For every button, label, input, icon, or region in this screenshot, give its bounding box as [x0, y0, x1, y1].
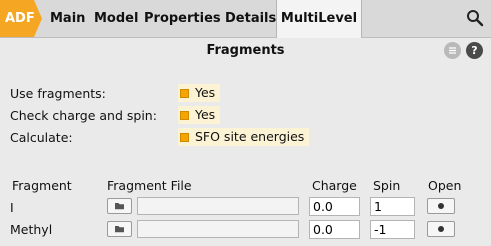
check-charge-spin-value: Yes — [195, 107, 216, 122]
dot-icon — [438, 203, 444, 209]
header-fragment: Fragment — [12, 178, 72, 193]
check-charge-spin-select[interactable]: Yes — [178, 106, 221, 124]
calculate-select[interactable]: SFO site energies — [178, 128, 310, 146]
use-fragments-value: Yes — [195, 85, 216, 100]
fragment-name: Methyl — [10, 222, 53, 237]
dropdown-marker-icon — [180, 110, 189, 120]
charge-input[interactable] — [309, 220, 360, 239]
dropdown-marker-icon — [180, 88, 189, 98]
header-charge: Charge — [312, 178, 357, 193]
header-fragment-file: Fragment File — [107, 178, 192, 193]
page-title: Fragments — [206, 43, 285, 58]
charge-input[interactable] — [309, 197, 360, 216]
folder-icon — [115, 226, 124, 233]
calculate-label: Calculate: — [10, 130, 73, 145]
check-charge-spin-label: Check charge and spin: — [10, 108, 157, 123]
dot-icon — [438, 226, 444, 232]
tab-details[interactable]: Details — [225, 0, 276, 37]
use-fragments-label: Use fragments: — [10, 86, 106, 101]
browse-file-button[interactable] — [107, 198, 132, 214]
fragment-file-input[interactable] — [137, 197, 299, 215]
dropdown-marker-icon — [180, 132, 189, 142]
spin-input[interactable] — [370, 220, 415, 239]
calculate-value: SFO site energies — [195, 129, 305, 144]
tab-main[interactable]: Main — [50, 0, 85, 37]
tab-multilevel[interactable]: MultiLevel — [276, 0, 362, 38]
spin-input[interactable] — [370, 197, 415, 216]
help-icon[interactable]: ? — [466, 42, 483, 59]
fragment-file-input[interactable] — [137, 220, 299, 238]
fragment-name: I — [10, 200, 14, 215]
use-fragments-select[interactable]: Yes — [178, 84, 221, 102]
search-icon[interactable] — [466, 9, 484, 27]
header-open: Open — [428, 178, 462, 193]
tab-adf[interactable]: ADF — [0, 0, 42, 37]
menu-icon[interactable] — [444, 42, 461, 59]
tab-properties[interactable]: Properties — [144, 0, 221, 37]
folder-icon — [115, 203, 124, 210]
browse-file-button[interactable] — [107, 221, 132, 237]
header-spin: Spin — [373, 178, 401, 193]
open-button[interactable] — [427, 221, 455, 237]
open-button[interactable] — [427, 198, 455, 214]
tab-bar: ADF Main Model Properties Details MultiL… — [0, 0, 491, 38]
tab-model[interactable]: Model — [94, 0, 138, 37]
